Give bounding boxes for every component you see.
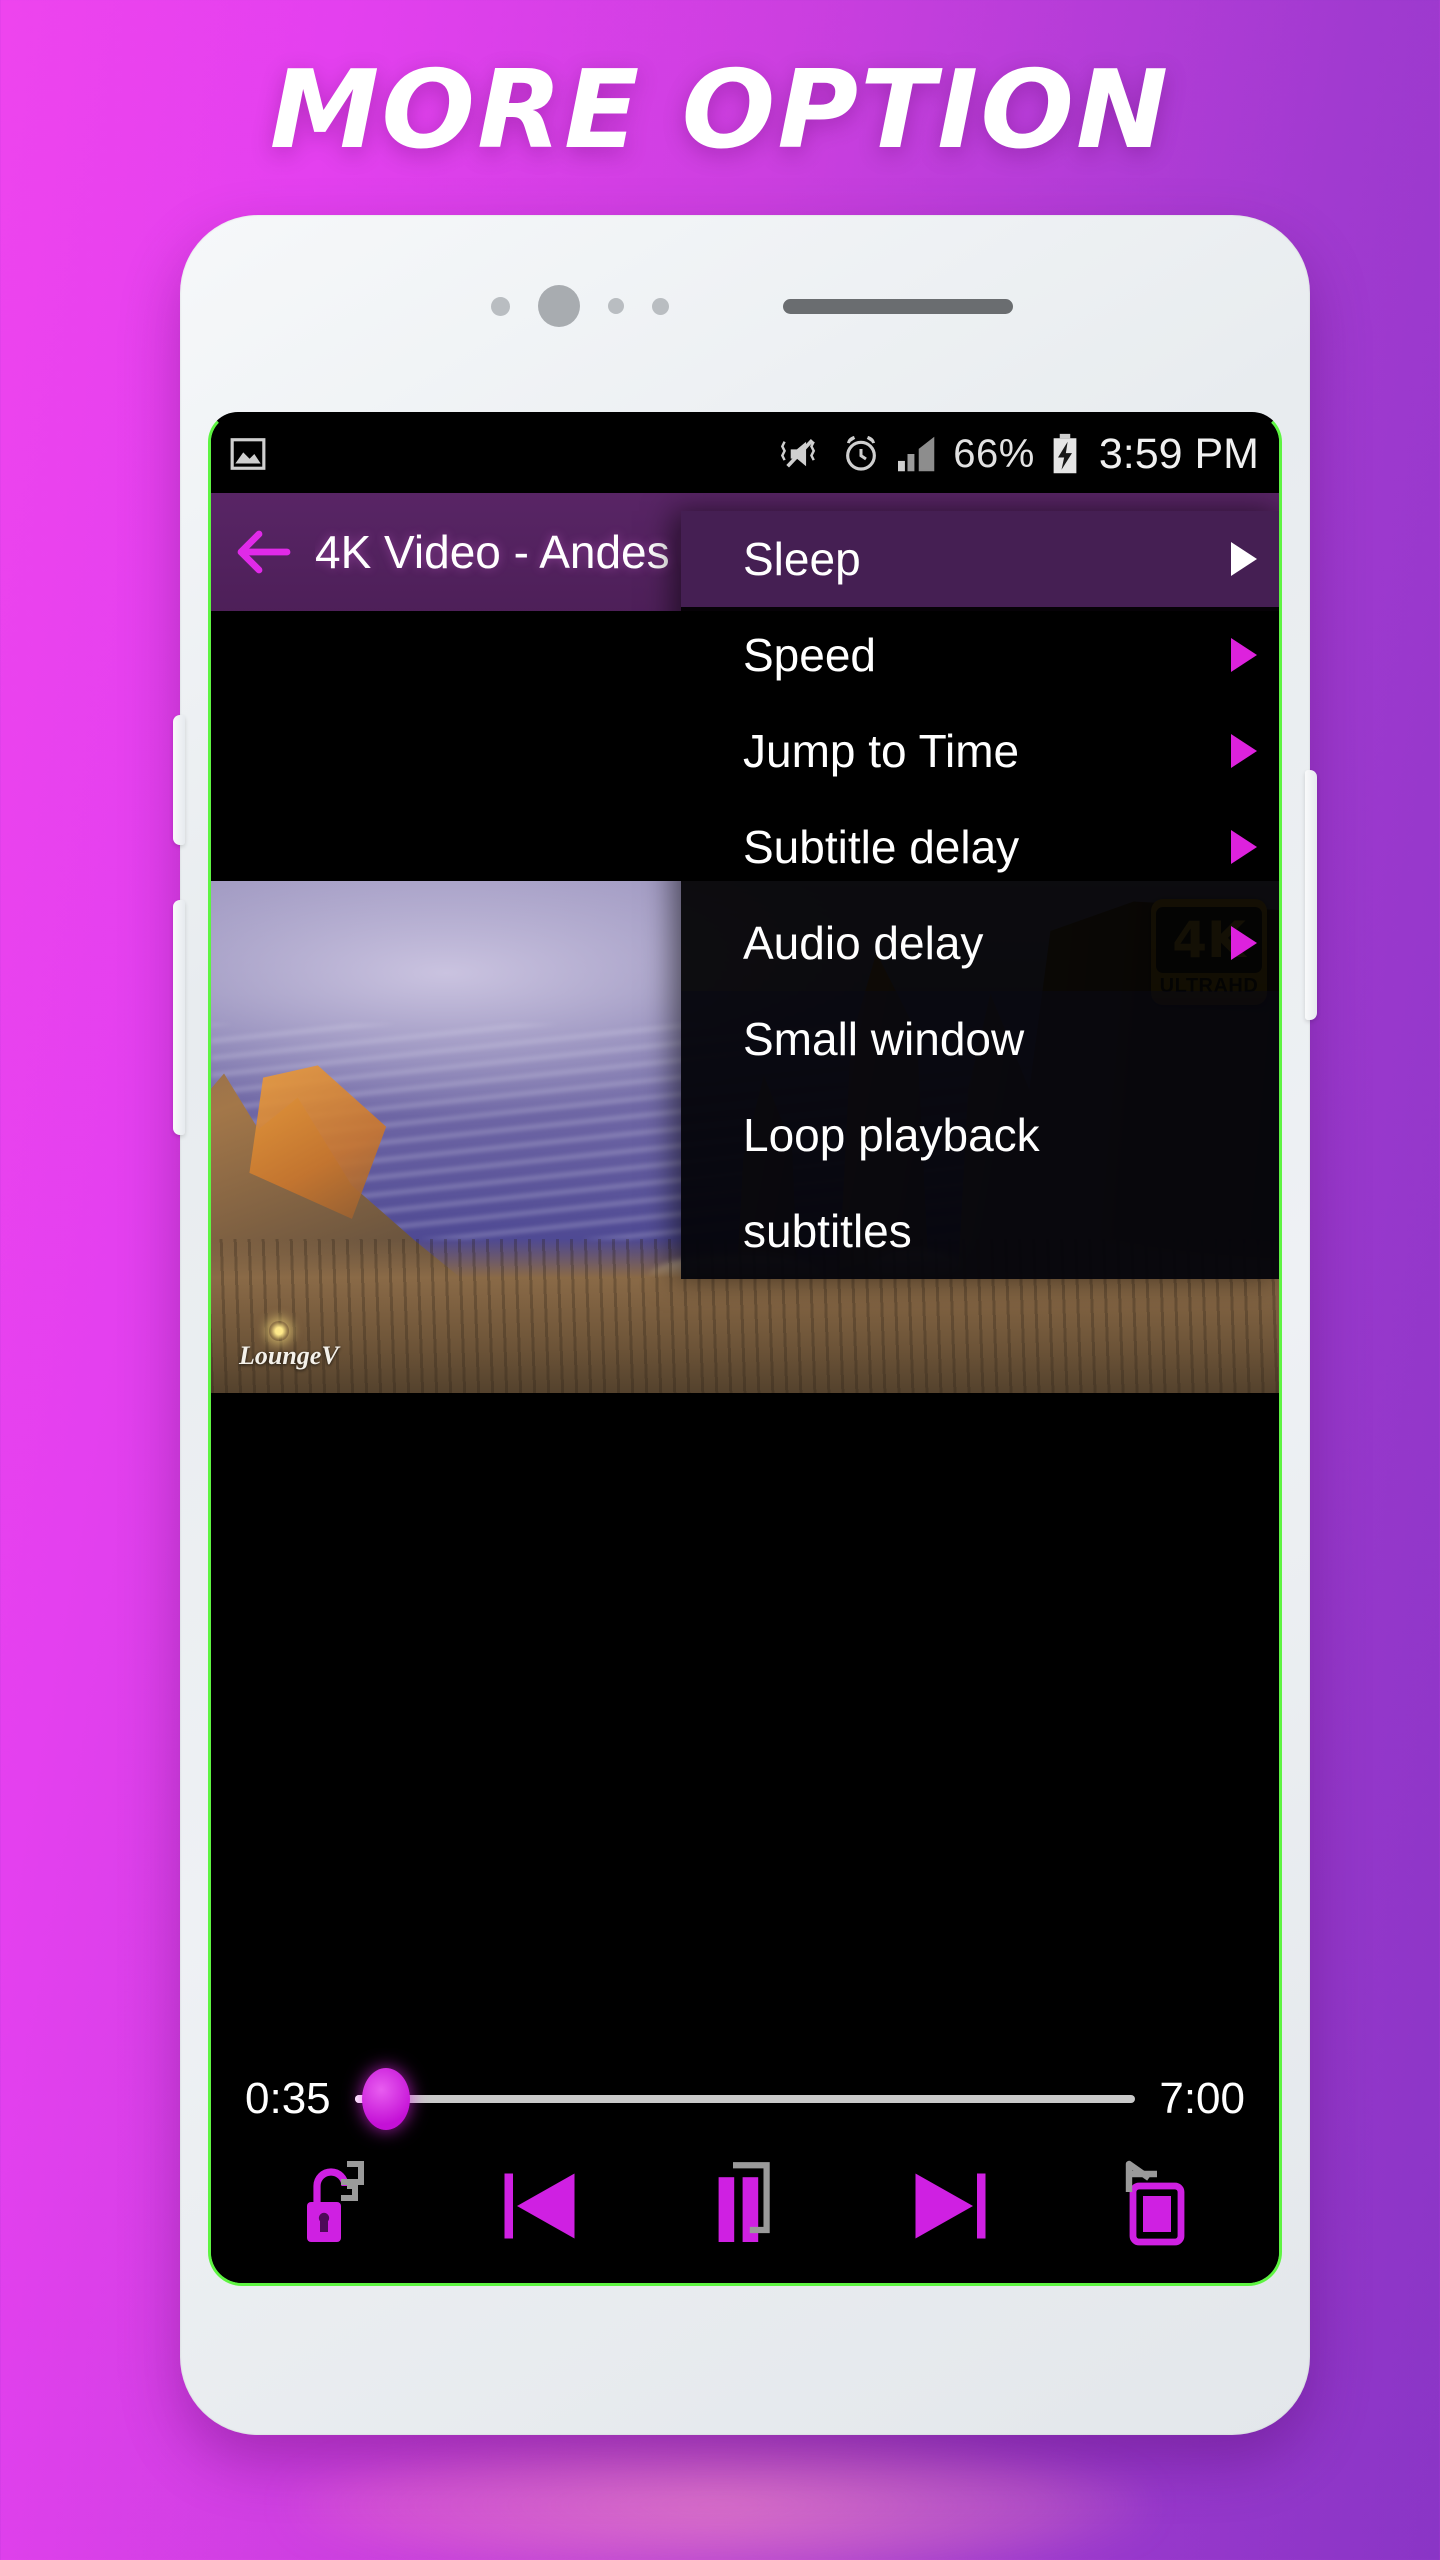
menu-item-label: Jump to Time xyxy=(743,725,1020,777)
seek-bar[interactable] xyxy=(354,2068,1136,2130)
menu-item-label: subtitles xyxy=(743,1205,912,1257)
menu-item-subtitles[interactable]: subtitles xyxy=(681,1183,1279,1279)
phone-screen: 66% 3:59 PM 4K Video - Andes Ultra HD.mp… xyxy=(208,412,1282,2286)
total-time-label: 7:00 xyxy=(1159,2074,1245,2123)
battery-percent-label: 66% xyxy=(953,431,1035,476)
android-status-bar: 66% 3:59 PM xyxy=(211,415,1279,493)
proximity-sensor-icon xyxy=(608,298,624,314)
menu-item-jump-to-time[interactable]: Jump to Time xyxy=(681,703,1279,799)
submenu-arrow-icon xyxy=(1231,926,1257,960)
seek-track[interactable] xyxy=(354,2095,1136,2103)
menu-item-label: Subtitle delay xyxy=(743,821,1020,873)
more-options-menu[interactable]: Sleep Speed Jump to Time Subtitle delay … xyxy=(681,511,1279,1279)
led-indicator-icon xyxy=(652,297,669,315)
next-track-icon[interactable] xyxy=(873,2151,1023,2261)
menu-item-speed[interactable]: Speed xyxy=(681,607,1279,703)
menu-item-subtitle-delay[interactable]: Subtitle delay xyxy=(681,799,1279,895)
menu-item-label: Audio delay xyxy=(743,917,984,969)
rotate-screen-icon[interactable] xyxy=(1076,2151,1226,2261)
power-button[interactable] xyxy=(1305,770,1317,1020)
battery-charging-icon xyxy=(1050,433,1080,475)
volume-down-button[interactable] xyxy=(173,900,185,1135)
alarm-clock-icon xyxy=(841,434,881,474)
pause-icon[interactable] xyxy=(670,2151,820,2261)
promo-headline: MORE OPTION xyxy=(269,48,1171,173)
phone-sensor-cluster xyxy=(180,285,1310,327)
player-controls: 0:35 7:00 xyxy=(211,2051,1279,2283)
menu-item-loop-playback[interactable]: Loop playback xyxy=(681,1087,1279,1183)
submenu-arrow-icon xyxy=(1231,542,1257,576)
phone-mockup: 66% 3:59 PM 4K Video - Andes Ultra HD.mp… xyxy=(173,215,1317,2435)
status-bar-clock: 3:59 PM xyxy=(1098,429,1259,478)
submenu-arrow-icon xyxy=(1231,638,1257,672)
volume-up-button[interactable] xyxy=(173,715,185,845)
menu-item-label: Sleep xyxy=(743,533,861,585)
player-button-row xyxy=(211,2147,1279,2265)
mute-vibrate-icon xyxy=(780,434,826,474)
seek-row: 0:35 7:00 xyxy=(211,2051,1279,2147)
image-gallery-icon xyxy=(229,435,267,473)
menu-item-audio-delay[interactable]: Audio delay xyxy=(681,895,1279,991)
lock-unlock-icon[interactable] xyxy=(264,2151,414,2261)
status-bar-left xyxy=(229,435,267,473)
submenu-arrow-icon xyxy=(1231,734,1257,768)
video-watermark: LoungeV xyxy=(239,1341,339,1370)
menu-item-small-window[interactable]: Small window xyxy=(681,991,1279,1087)
seek-thumb[interactable] xyxy=(361,2068,410,2130)
earpiece-speaker xyxy=(783,298,1013,314)
menu-item-sleep[interactable]: Sleep xyxy=(681,511,1279,607)
light-sensor-icon xyxy=(491,296,510,316)
submenu-arrow-icon xyxy=(1231,830,1257,864)
menu-item-label: Small window xyxy=(743,1013,1025,1065)
front-camera-icon xyxy=(538,285,580,327)
status-bar-right: 66% 3:59 PM xyxy=(780,430,1259,479)
video-stage[interactable]: LoungeV 4K ULTRAHD Sleep Speed xyxy=(211,511,1279,2023)
watermark-sun-icon xyxy=(269,1321,289,1341)
back-arrow-icon[interactable] xyxy=(237,529,293,575)
previous-track-icon[interactable] xyxy=(467,2151,617,2261)
current-time-label: 0:35 xyxy=(245,2074,331,2123)
signal-bars-icon xyxy=(896,435,938,473)
phone-drop-shadow xyxy=(290,2430,1150,2560)
menu-item-label: Loop playback xyxy=(743,1109,1040,1161)
menu-item-label: Speed xyxy=(743,629,877,681)
